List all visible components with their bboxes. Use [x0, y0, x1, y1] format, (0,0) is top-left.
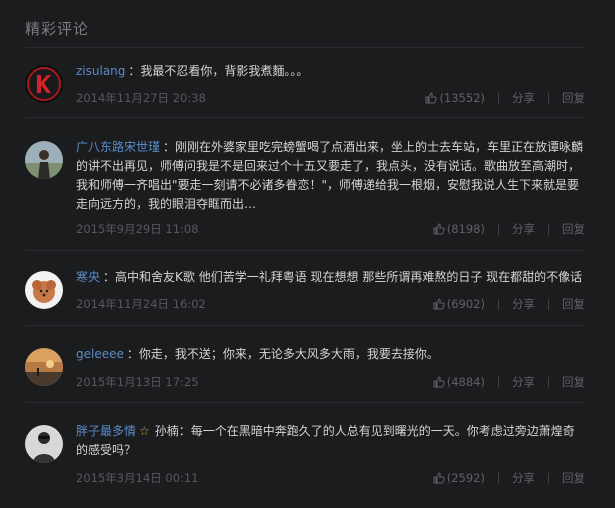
like-count: (8198) — [446, 222, 485, 236]
comment-content: 高中和舍友K歌 他们苦学一礼拜粤语 现在想想 那些所谓再难熬的日子 现在都甜的不… — [115, 270, 583, 284]
like-count: (13552) — [439, 91, 485, 105]
comment-meta: 2015年3月14日 00:11 (2592) 分享 回复 — [76, 470, 585, 486]
thumbs-up-icon — [433, 223, 445, 235]
comment-text-block: 寒央 ：高中和舍友K歌 他们苦学一礼拜粤语 现在想想 那些所谓再难熬的日子 现在都… — [76, 268, 585, 287]
share-button[interactable]: 分享 — [512, 296, 535, 312]
action-divider — [548, 223, 549, 235]
action-divider — [548, 376, 549, 388]
comment-meta: 2015年9月29日 11:08 (8198) 分享 回复 — [76, 221, 585, 237]
comment-meta: 2014年11月27日 20:38 (13552) 分享 回复 — [76, 90, 585, 106]
comment-actions: (2592) 分享 回复 — [433, 470, 585, 486]
share-button[interactable]: 分享 — [512, 221, 535, 237]
comment-meta: 2014年11月24日 16:02 (6902) 分享 回复 — [76, 296, 585, 312]
action-divider — [498, 223, 499, 235]
avatar[interactable] — [25, 141, 63, 179]
action-divider — [498, 376, 499, 388]
comment-actions: (4884) 分享 回复 — [433, 374, 585, 390]
action-divider — [498, 92, 499, 104]
comment-time: 2014年11月27日 20:38 — [76, 91, 206, 105]
section-title: 精彩评论 — [25, 20, 90, 38]
comment-time: 2015年9月29日 11:08 — [76, 222, 199, 236]
comment-divider — [25, 117, 585, 118]
reply-button[interactable]: 回复 — [562, 296, 585, 312]
like-button[interactable]: (2592) — [433, 471, 485, 485]
share-button[interactable]: 分享 — [512, 374, 535, 390]
like-count: (6902) — [446, 297, 485, 311]
comment-item: 寒央 ：高中和舍友K歌 他们苦学一礼拜粤语 现在想想 那些所谓再难熬的日子 现在都… — [25, 268, 585, 326]
avatar-image — [25, 65, 63, 103]
comment-divider — [25, 250, 585, 251]
comment-text-block: 胖子最多情 ☆ 孙楠：每一个在黑暗中奔跑久了的人总有见到曙光的一天。你考虑过旁边萧煌… — [76, 422, 585, 460]
username-link[interactable]: 广八东路宋世瑾 — [76, 140, 160, 154]
comment-item: geleeee ：你走，我不送；你来，无论多大风多大雨，我要去接你。 2015年1… — [25, 345, 585, 403]
comment-text-block: zisulang ：我最不忍看你，背影我煮麵。。。 — [76, 62, 585, 81]
avatar-image — [25, 141, 63, 179]
like-count: (2592) — [446, 471, 485, 485]
comment-time: 2015年1月13日 17:25 — [76, 375, 199, 389]
username-link[interactable]: zisulang — [76, 64, 125, 78]
comment-text-block: 广八东路宋世瑾 ：刚刚在外婆家里吃完螃蟹喝了点酒出来，坐上的士去车站，车里正在放谭… — [76, 138, 585, 214]
like-button[interactable]: (4884) — [433, 375, 485, 389]
comment-separator: ： — [103, 270, 116, 284]
comment-text-block: geleeee ：你走，我不送；你来，无论多大风多大雨，我要去接你。 — [76, 345, 585, 364]
like-count: (4884) — [446, 375, 485, 389]
avatar-image — [25, 271, 63, 309]
action-divider — [498, 472, 499, 484]
comment-item: zisulang ：我最不忍看你，背影我煮麵。。。 2014年11月27日 20:… — [25, 62, 585, 118]
username-link[interactable]: geleeee — [76, 347, 124, 361]
action-divider — [498, 298, 499, 310]
title-divider — [25, 47, 585, 48]
comment-separator: ： — [128, 64, 141, 78]
action-divider — [548, 472, 549, 484]
thumbs-up-icon — [433, 298, 445, 310]
share-button[interactable]: 分享 — [512, 90, 535, 106]
share-button[interactable]: 分享 — [512, 470, 535, 486]
reply-button[interactable]: 回复 — [562, 374, 585, 390]
reply-button[interactable]: 回复 — [562, 470, 585, 486]
action-divider — [548, 92, 549, 104]
vip-star-icon[interactable]: ☆ — [139, 424, 150, 438]
comment-content: 我最不忍看你，背影我煮麵。。。 — [140, 64, 309, 78]
comment-time: 2015年3月14日 00:11 — [76, 471, 199, 485]
comment-item: 广八东路宋世瑾 ：刚刚在外婆家里吃完螃蟹喝了点酒出来，坐上的士去车站，车里正在放谭… — [25, 138, 585, 251]
thumbs-up-icon — [433, 376, 445, 388]
avatar[interactable] — [25, 271, 63, 309]
like-button[interactable]: (6902) — [433, 297, 485, 311]
action-divider — [548, 298, 549, 310]
comment-separator: ： — [126, 347, 139, 361]
comment-time: 2014年11月24日 16:02 — [76, 297, 206, 311]
comment-item: 胖子最多情 ☆ 孙楠：每一个在黑暗中奔跑久了的人总有见到曙光的一天。你考虑过旁边萧煌… — [25, 422, 585, 493]
avatar-image — [25, 425, 63, 463]
avatar-image — [25, 348, 63, 386]
reply-button[interactable]: 回复 — [562, 90, 585, 106]
like-button[interactable]: (8198) — [433, 222, 485, 236]
avatar[interactable] — [25, 65, 63, 103]
username-link[interactable]: 胖子最多情 — [76, 424, 136, 438]
thumbs-up-icon — [433, 472, 445, 484]
reply-button[interactable]: 回复 — [562, 221, 585, 237]
comment-meta: 2015年1月13日 17:25 (4884) 分享 回复 — [76, 374, 585, 390]
comment-content: 你走，我不送；你来，无论多大风多大雨，我要去接你。 — [138, 347, 439, 361]
comment-divider — [25, 402, 585, 403]
comment-actions: (13552) 分享 回复 — [425, 90, 585, 106]
like-button[interactable]: (13552) — [425, 91, 485, 105]
comment-actions: (8198) 分享 回复 — [433, 221, 585, 237]
thumbs-up-icon — [425, 92, 438, 104]
username-link[interactable]: 寒央 — [76, 270, 100, 284]
comment-actions: (6902) 分享 回复 — [433, 296, 585, 312]
comments-panel: 精彩评论 zisulang ：我最不忍看你，背影我煮麵。。。 2014年11月27… — [0, 0, 615, 508]
comment-separator: ： — [163, 140, 176, 154]
comment-content: 孙楠：每一个在黑暗中奔跑久了的人总有见到曙光的一天。你考虑过旁边萧煌奇的感受吗？ — [76, 424, 575, 457]
avatar[interactable] — [25, 348, 63, 386]
avatar[interactable] — [25, 425, 63, 463]
comment-divider — [25, 325, 585, 326]
